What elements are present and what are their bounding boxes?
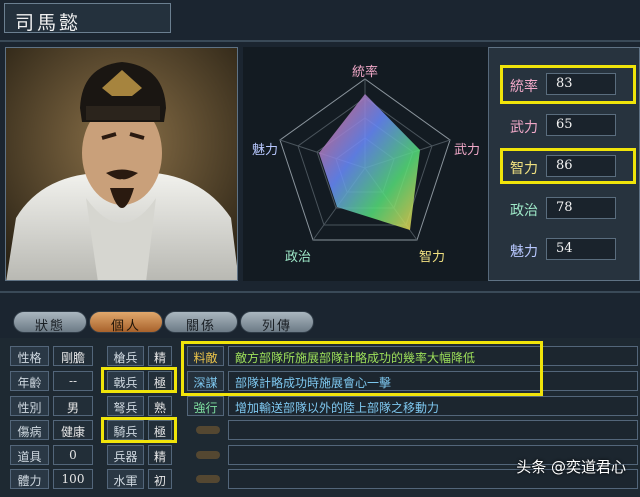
info-label: 性格 (10, 346, 49, 366)
tab-personal[interactable]: 個人 (89, 311, 163, 334)
stat-row-politics: 政治 78 (489, 196, 640, 222)
radar-label-right: 武力 (454, 143, 480, 158)
stat-label: 魅力 (510, 244, 538, 260)
info-value: 健康 (53, 420, 93, 440)
stat-value: 78 (546, 197, 616, 219)
highlight-cavalry (101, 417, 177, 443)
tab-status[interactable]: 狀態 (13, 311, 87, 334)
info-label: 體力 (10, 469, 49, 489)
mid-divider (0, 291, 640, 293)
radar-shape (319, 94, 420, 230)
info-label: 傷病 (10, 420, 49, 440)
info-value: -- (53, 371, 93, 391)
empty-skill-marker (196, 451, 220, 459)
top-divider (0, 40, 640, 42)
troop-rank: 初 (148, 469, 172, 489)
officer-name: 司馬懿 (15, 12, 82, 34)
troop-label: 兵器 (107, 445, 144, 465)
ability-radar-chart: 統率 武力 智力 政治 魅力 (252, 64, 480, 265)
stat-label: 政治 (510, 203, 538, 219)
highlight-intelligence (500, 148, 636, 184)
stat-row-war: 武力 65 (489, 113, 640, 139)
portrait-image (6, 48, 237, 280)
empty-skill-marker (196, 475, 220, 483)
radar-label-lower-right: 智力 (419, 250, 445, 265)
highlight-halberd (101, 367, 177, 393)
troop-label: 水軍 (107, 469, 144, 489)
tab-biography[interactable]: 列傳 (240, 311, 314, 334)
skill-name[interactable]: 強行 (187, 396, 224, 416)
info-value: 剛膽 (53, 346, 93, 366)
troop-label: 槍兵 (107, 346, 144, 366)
info-value: 100 (53, 469, 93, 489)
info-label: 道具 (10, 445, 49, 465)
watermark: 头条 @奕道君心 (516, 458, 626, 476)
stat-value: 54 (546, 238, 616, 260)
radar-label-left: 魅力 (252, 143, 278, 158)
tab-relations[interactable]: 關係 (164, 311, 238, 334)
info-value: 男 (53, 396, 93, 416)
radar-label-top: 統率 (352, 64, 378, 80)
radar-chart-panel: 統率 武力 智力 政治 魅力 (243, 47, 488, 281)
highlight-leadership (500, 65, 636, 104)
stat-value: 65 (546, 114, 616, 136)
troop-rank: 精 (148, 445, 172, 465)
stat-row-charisma: 魅力 54 (489, 237, 640, 263)
empty-skill-slot (228, 420, 638, 440)
officer-portrait (5, 47, 238, 281)
info-label: 性別 (10, 396, 49, 416)
troop-rank: 熟 (148, 396, 172, 416)
info-label: 年齡 (10, 371, 49, 391)
troop-label: 弩兵 (107, 396, 144, 416)
info-value: 0 (53, 445, 93, 465)
skill-description: 增加輸送部隊以外的陸上部隊之移動力 (228, 396, 638, 416)
empty-skill-marker (196, 426, 220, 434)
name-box: 司馬懿 (4, 3, 171, 34)
troop-rank: 精 (148, 346, 172, 366)
radar-label-lower-left: 政治 (285, 250, 311, 265)
stat-label: 武力 (510, 120, 538, 136)
highlight-skills (181, 341, 543, 396)
